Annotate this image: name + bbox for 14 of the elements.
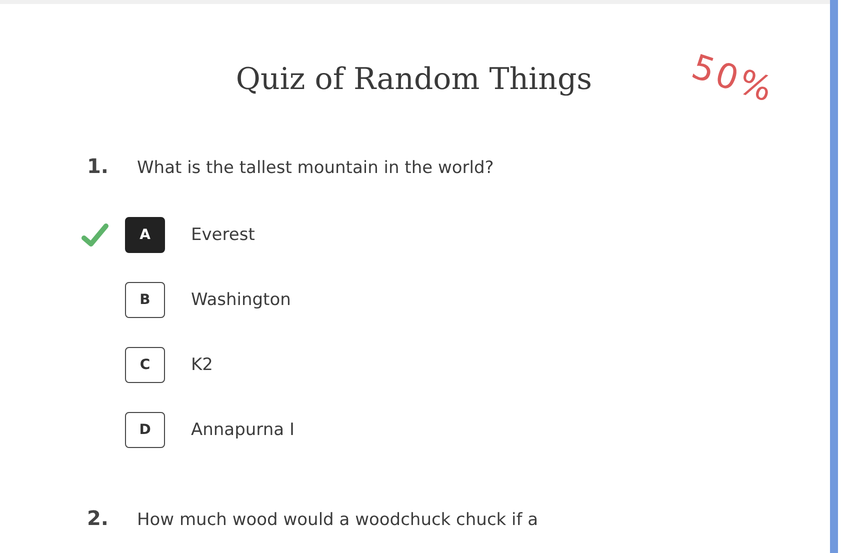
quiz-title: Quiz of Random Things (236, 62, 592, 97)
question-text: What is the tallest mountain in the world? (137, 158, 494, 178)
answer-text: Annapurna I (191, 420, 294, 440)
answer-letter-button[interactable]: B (125, 282, 165, 318)
answer-letter-button[interactable]: A (125, 217, 165, 253)
question-text: How much wood would a woodchuck chuck if a (137, 510, 538, 530)
answer-text: Washington (191, 290, 291, 310)
handwritten-score: 50% (686, 46, 780, 112)
question-number: 1. (87, 154, 110, 178)
answer-text: Everest (191, 225, 255, 245)
answer-letter-button[interactable]: D (125, 412, 165, 448)
question-number: 2. (87, 506, 110, 530)
answer-text: K2 (191, 355, 213, 375)
answer-letter-button[interactable]: C (125, 347, 165, 383)
